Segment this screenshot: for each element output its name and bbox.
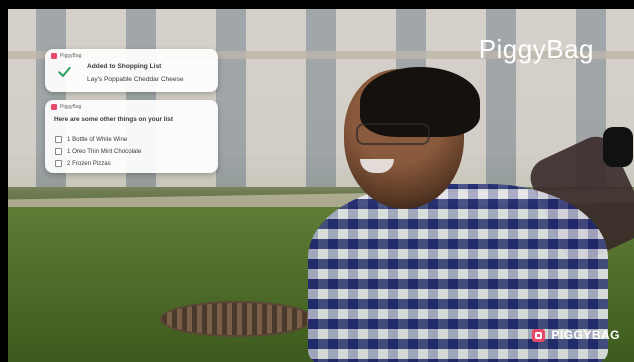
notification-app-row: PiggyBag — [51, 53, 81, 59]
list-item[interactable]: 1 Bottle of White Wine — [55, 133, 141, 145]
added-to-list-notification[interactable]: PiggyBag Added to Shopping List Lay's Po… — [45, 49, 218, 92]
shopping-list: 1 Bottle of White Wine 1 Oreo Thin Mint … — [55, 133, 141, 169]
brand-watermark: PIGGYBAG — [532, 328, 620, 342]
list-item-label: 1 Oreo Thin Mint Chocolate — [67, 147, 142, 155]
list-item-label: 2 Frozen Pizzas — [67, 159, 111, 167]
app-icon — [51, 104, 57, 110]
list-item[interactable]: 2 Frozen Pizzas — [55, 157, 141, 169]
notification-app-name: PiggyBag — [60, 53, 82, 59]
eyeglasses — [356, 123, 430, 145]
notification-app-row: PiggyBag — [51, 104, 81, 110]
list-item-label: 1 Bottle of White Wine — [67, 135, 128, 143]
list-item[interactable]: 1 Oreo Thin Mint Chocolate — [55, 145, 141, 157]
brand-watermark-text: PIGGYBAG — [551, 328, 620, 342]
video-frame: PiggyBag PIGGYBAG PiggyBag Added to Shop… — [0, 0, 634, 362]
notification-title: Added to Shopping List — [87, 63, 162, 70]
brand-title: PiggyBag — [478, 34, 594, 64]
shopping-list-heading: Here are some other things on your list — [54, 116, 173, 123]
background-photo: PiggyBag PIGGYBAG PiggyBag Added to Shop… — [8, 9, 634, 362]
storm-drain — [160, 301, 314, 337]
checkmark-icon — [58, 66, 71, 77]
checkbox[interactable] — [55, 135, 62, 143]
added-item: Lay's Poppable Cheddar Cheese — [87, 76, 184, 83]
notification-app-name: PiggyBag — [60, 104, 82, 110]
person-shoe — [603, 127, 633, 167]
app-icon — [51, 53, 57, 59]
checkbox[interactable] — [55, 147, 62, 155]
piggybag-logo-icon — [532, 328, 546, 342]
checkbox[interactable] — [55, 159, 62, 167]
shopping-list-notification[interactable]: PiggyBag Here are some other things on y… — [45, 100, 218, 173]
